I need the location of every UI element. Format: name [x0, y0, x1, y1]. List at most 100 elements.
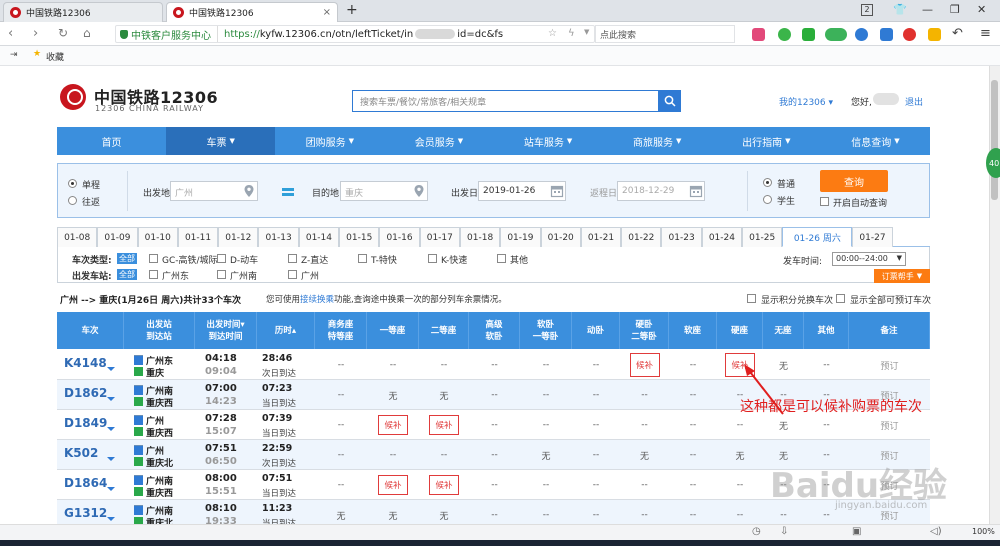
close-window-icon[interactable]: ✕	[977, 3, 986, 16]
sidebar-toggle-icon[interactable]: ⇥	[10, 50, 18, 60]
points-trains-checkbox[interactable]	[747, 294, 756, 303]
column-header[interactable]: 历时▴	[257, 312, 315, 349]
date-tab[interactable]: 01-27	[852, 227, 893, 247]
extension-icon[interactable]	[752, 28, 765, 41]
browser-tab-2[interactable]: 中国铁路12306 ×	[166, 2, 338, 22]
type-k-checkbox[interactable]	[428, 254, 437, 263]
train-number[interactable]: G1312	[64, 506, 107, 520]
site-search-button[interactable]	[659, 90, 681, 112]
train-number[interactable]: D1864	[64, 476, 107, 490]
date-tab[interactable]: 01-24	[701, 227, 743, 247]
url-text[interactable]: https://kyfw.12306.cn/otn/leftTicket/in i…	[218, 28, 503, 40]
date-tab[interactable]: 01-23	[661, 227, 702, 247]
restore-icon[interactable]: ❐	[950, 3, 960, 16]
date-tab[interactable]: 01-20	[540, 227, 581, 247]
depart-time-select[interactable]: 00:00--24:00 ▼	[832, 252, 906, 266]
scrollbar-thumb[interactable]	[991, 80, 998, 200]
date-tab[interactable]: 01-19	[500, 227, 541, 247]
minimize-icon[interactable]: —	[922, 3, 933, 16]
my-account-link[interactable]: 我的12306 ▾	[779, 95, 833, 108]
trip-round-radio[interactable]	[68, 196, 77, 205]
date-tab[interactable]: 01-14	[298, 227, 340, 247]
status-icon[interactable]: ◷	[752, 526, 761, 537]
date-tab[interactable]: 01-08	[57, 227, 98, 247]
chevron-down-icon[interactable]	[107, 367, 115, 371]
nav-home[interactable]: 首页	[57, 127, 166, 155]
search-extension-icon[interactable]	[855, 28, 868, 41]
to-station[interactable]: 重庆北	[146, 456, 173, 469]
volume-icon[interactable]: ◁)	[930, 526, 942, 537]
close-tab-icon[interactable]: ×	[323, 7, 331, 18]
waitlist-button[interactable]: 候补	[429, 415, 459, 435]
bolt-icon[interactable]: ϟ	[568, 28, 575, 39]
station-gz-checkbox[interactable]	[288, 270, 297, 279]
to-station[interactable]: 重庆	[146, 366, 164, 379]
undo-icon[interactable]: ↶	[952, 26, 963, 41]
calendar-icon[interactable]	[689, 184, 703, 198]
to-station[interactable]: 重庆西	[146, 426, 173, 439]
train-number[interactable]: D1849	[64, 416, 107, 430]
date-tab[interactable]: 01-12	[218, 227, 259, 247]
logout-link[interactable]: 退出	[905, 95, 923, 108]
back-icon[interactable]: ‹	[8, 26, 13, 41]
home-icon[interactable]: ⌂	[83, 26, 91, 40]
nav-info[interactable]: 信息查询 ▼	[821, 127, 930, 155]
all-bookable-checkbox[interactable]	[836, 294, 845, 303]
station-gzd-checkbox[interactable]	[149, 270, 158, 279]
calendar-icon[interactable]	[550, 184, 564, 198]
new-tab-button[interactable]: +	[346, 2, 358, 18]
browser-search-box[interactable]: 点此搜索	[595, 25, 735, 43]
site-search-input[interactable]: 搜索车票/餐饮/常旅客/相关规章	[352, 90, 659, 112]
translate-icon[interactable]	[880, 28, 893, 41]
date-tab[interactable]: 01-22	[621, 227, 662, 247]
chevron-down-icon[interactable]	[107, 487, 115, 491]
zoom-level[interactable]: 100%	[972, 527, 995, 536]
waitlist-button[interactable]: 候补	[629, 353, 660, 377]
floating-badge[interactable]: 40	[986, 148, 1000, 178]
adblock-icon[interactable]	[903, 28, 916, 41]
screenshot-icon[interactable]: ▣	[852, 526, 861, 537]
waitlist-button[interactable]: 候补	[378, 475, 408, 495]
book-link[interactable]: 预订	[849, 350, 930, 380]
date-tab[interactable]: 01-16	[379, 227, 420, 247]
date-tab[interactable]: 01-21	[580, 227, 622, 247]
chevron-down-icon[interactable]	[107, 427, 115, 431]
station-all[interactable]: 全部	[117, 269, 137, 280]
type-z-checkbox[interactable]	[288, 254, 297, 263]
swap-icon[interactable]	[281, 185, 295, 199]
waitlist-button[interactable]: 候补	[429, 475, 459, 495]
translate-extension-icon[interactable]	[825, 28, 847, 41]
menu-icon[interactable]: ≡	[980, 26, 991, 41]
dropdown-icon[interactable]: ▼	[584, 28, 589, 36]
nav-group[interactable]: 团购服务 ▼	[275, 127, 384, 155]
passenger-normal-radio[interactable]	[763, 178, 772, 187]
station-gzn-checkbox[interactable]	[217, 270, 226, 279]
star-icon[interactable]: ☆	[548, 28, 557, 39]
shirt-icon[interactable]: 👕	[893, 3, 907, 16]
chevron-down-icon[interactable]	[107, 517, 115, 521]
type-t-checkbox[interactable]	[358, 254, 367, 263]
nav-guide[interactable]: 出行指南 ▼	[712, 127, 821, 155]
type-gc-checkbox[interactable]	[149, 254, 158, 263]
to-station[interactable]: 重庆西	[146, 486, 173, 499]
query-button[interactable]: 查询	[820, 170, 888, 192]
date-tab[interactable]: 01-15	[339, 227, 380, 247]
nav-member[interactable]: 会员服务 ▼	[384, 127, 493, 155]
date-tab[interactable]: 01-13	[258, 227, 299, 247]
train-number[interactable]: K4148	[64, 356, 107, 370]
nav-tickets[interactable]: 车票 ▼	[166, 127, 276, 155]
browser-tab-1[interactable]: 中国铁路12306	[3, 2, 163, 22]
chevron-down-icon[interactable]	[107, 397, 115, 401]
chevron-down-icon[interactable]	[107, 457, 115, 461]
date-tab[interactable]: 01-10	[137, 227, 178, 247]
type-d-checkbox[interactable]	[217, 254, 226, 263]
date-tab[interactable]: 01-09	[97, 227, 138, 247]
date-tab[interactable]: 01-17	[419, 227, 460, 247]
date-tab[interactable]: 01-25	[742, 227, 783, 247]
download-icon[interactable]: ⇩	[780, 526, 788, 537]
train-type-all[interactable]: 全部	[117, 253, 137, 264]
tab-count[interactable]: 2	[861, 4, 873, 16]
type-other-checkbox[interactable]	[497, 254, 506, 263]
date-tab[interactable]: 01-11	[177, 227, 219, 247]
date-tab[interactable]: 01-18	[459, 227, 501, 247]
